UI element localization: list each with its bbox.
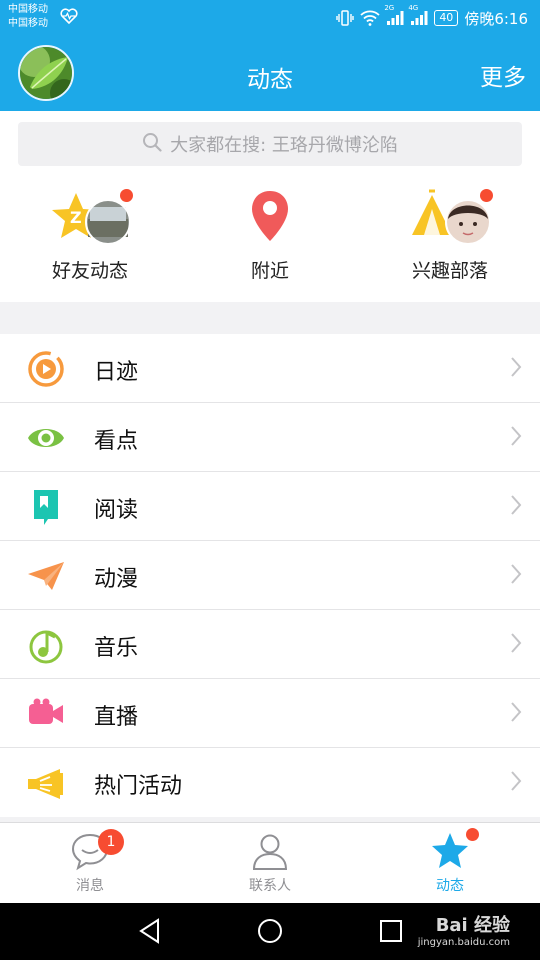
list-item-label: 阅读	[94, 498, 139, 523]
list-item-anime[interactable]: 动漫	[0, 541, 540, 610]
tribe-tent-icon	[408, 189, 493, 249]
page-title: 动态	[247, 67, 293, 93]
video-camera-icon	[26, 694, 66, 734]
quick-entry-friend-feed[interactable]: Z 好友动态	[0, 189, 180, 289]
person-icon	[250, 831, 290, 875]
vibrate-icon	[336, 10, 355, 26]
eye-icon	[26, 418, 66, 458]
search-input[interactable]: 大家都在搜: 王珞丹微博沦陷	[18, 122, 522, 166]
carrier-info: 中国移动 中国移动	[8, 3, 48, 31]
watermark-brand: Bai 经验	[435, 915, 510, 936]
chevron-right-icon	[510, 425, 522, 451]
heartbeat-icon	[60, 8, 78, 28]
tab-contacts[interactable]: 联系人	[180, 823, 360, 904]
quick-entry-label: 兴趣部落	[411, 260, 488, 282]
feature-list: 日迹 看点 阅读 动漫 音乐 直播 热门活动	[0, 334, 540, 817]
notification-dot	[480, 189, 493, 202]
tab-messages[interactable]: 1 消息	[0, 823, 180, 904]
megaphone-icon	[26, 763, 66, 803]
list-item-music[interactable]: 音乐	[0, 610, 540, 679]
signal-2g-icon: 2G	[384, 4, 404, 26]
tab-label: 动态	[436, 878, 464, 894]
list-item-reading[interactable]: 阅读	[0, 472, 540, 541]
carrier-1: 中国移动	[8, 4, 48, 15]
list-item-rijì[interactable]: 日迹	[0, 334, 540, 403]
list-item-kandian[interactable]: 看点	[0, 403, 540, 472]
carrier-2: 中国移动	[8, 18, 48, 29]
quick-entry-label: 附近	[250, 260, 289, 282]
clock: 傍晚6:16	[464, 9, 528, 28]
chevron-right-icon	[510, 494, 522, 520]
chevron-right-icon	[510, 563, 522, 589]
list-item-events[interactable]: 热门活动	[0, 748, 540, 817]
more-button[interactable]: 更多	[480, 58, 526, 92]
quick-entry-label: 好友动态	[51, 260, 128, 282]
qzone-star-icon: Z	[48, 189, 133, 249]
paper-plane-icon	[26, 556, 66, 596]
star-icon	[430, 831, 470, 875]
bottom-tab-bar: 1 消息 联系人 动态	[0, 822, 540, 903]
app-header: 动态 更多	[0, 36, 540, 111]
chevron-right-icon	[510, 356, 522, 382]
play-circle-icon	[26, 349, 66, 389]
list-item-label: 动漫	[94, 567, 139, 592]
watermark-url: jingyan.baidu.com	[417, 937, 510, 948]
list-item-label: 直播	[94, 705, 139, 730]
battery-indicator: 40	[434, 10, 459, 26]
chevron-right-icon	[510, 632, 522, 658]
quick-entry-tribe[interactable]: 兴趣部落	[360, 189, 540, 289]
search-section: 大家都在搜: 王珞丹微博沦陷 Z 好友动态 附近 兴趣部落	[0, 111, 540, 302]
quick-entry-nearby[interactable]: 附近	[180, 189, 360, 289]
list-item-label: 看点	[94, 429, 139, 454]
home-icon[interactable]	[256, 917, 284, 949]
signal-4g-icon: 4G	[408, 4, 428, 26]
network-1-label: 2G	[384, 4, 395, 12]
list-item-label: 热门活动	[94, 774, 183, 799]
list-item-label: 日迹	[94, 360, 139, 385]
list-item-live[interactable]: 直播	[0, 679, 540, 748]
back-icon[interactable]	[136, 917, 164, 949]
status-bar: 中国移动 中国移动 2G 4G 40 傍晚6:16	[0, 0, 540, 36]
svg-text:Z: Z	[70, 208, 82, 227]
network-2-label: 4G	[408, 4, 419, 12]
notification-dot	[466, 828, 479, 841]
tab-feed[interactable]: 动态	[360, 823, 540, 904]
tab-label: 消息	[76, 878, 104, 894]
unread-badge: 1	[98, 829, 124, 855]
chevron-right-icon	[510, 701, 522, 727]
location-pin-icon	[250, 189, 290, 245]
tab-label: 联系人	[249, 878, 291, 894]
notification-dot	[120, 189, 133, 202]
wifi-icon	[360, 10, 380, 26]
system-nav-bar: Bai 经验 jingyan.baidu.com	[0, 903, 540, 960]
recents-icon[interactable]	[377, 917, 405, 949]
music-note-icon	[26, 625, 66, 665]
book-icon	[26, 487, 66, 527]
list-item-label: 音乐	[94, 636, 139, 661]
chevron-right-icon	[510, 770, 522, 796]
search-placeholder: 大家都在搜: 王珞丹微博沦陷	[170, 135, 398, 156]
search-icon	[142, 132, 162, 157]
